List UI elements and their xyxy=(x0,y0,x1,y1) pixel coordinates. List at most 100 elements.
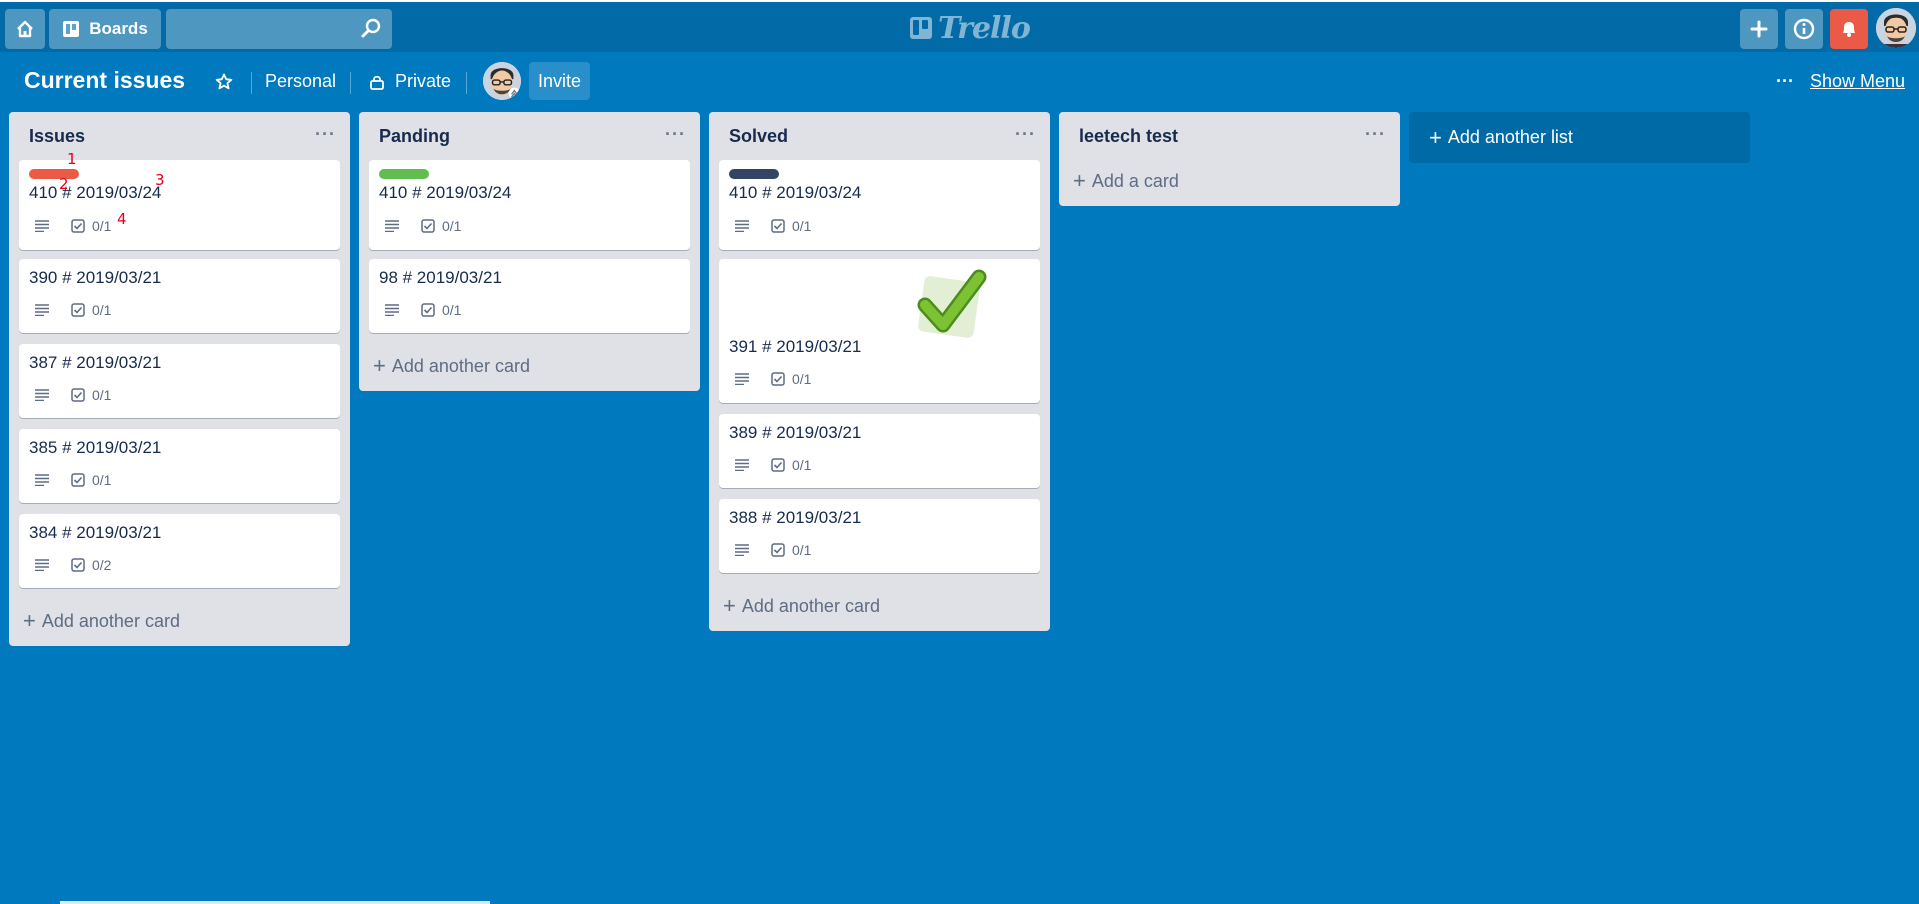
trello-logo[interactable]: Trello xyxy=(910,11,1031,46)
invite-button[interactable]: Invite xyxy=(529,62,590,100)
annotation-number: 3 xyxy=(155,171,165,189)
info-icon xyxy=(1793,18,1815,40)
list-menu-icon[interactable]: ··· xyxy=(1365,124,1386,145)
user-avatar[interactable] xyxy=(1876,8,1916,48)
add-card-label: Add another card xyxy=(741,595,880,616)
list-solved[interactable]: Solved ··· 410 # 2019/03/24 0/1 391 # 20… xyxy=(709,112,1050,631)
add-card-button[interactable]: + Add a card xyxy=(1073,170,1179,192)
board-title[interactable]: Current issues xyxy=(24,67,185,94)
boards-label: Boards xyxy=(89,19,148,38)
list-header: Solved ··· xyxy=(709,112,1050,160)
checklist-icon xyxy=(71,473,85,487)
visibility-button[interactable]: Private xyxy=(369,71,451,92)
user-avatar-image xyxy=(1876,8,1916,48)
list-menu-icon[interactable]: ··· xyxy=(315,124,336,145)
notifications-button[interactable] xyxy=(1830,9,1868,49)
card-badges: 0/1 xyxy=(735,542,811,558)
plus-icon: + xyxy=(1073,168,1086,193)
list-menu-icon[interactable]: ··· xyxy=(665,124,686,145)
boards-button[interactable]: Boards xyxy=(49,9,161,49)
card-badges: 0/1 xyxy=(385,302,461,318)
card-title: 388 # 2019/03/21 xyxy=(729,508,862,527)
description-icon xyxy=(35,559,49,571)
lock-icon xyxy=(370,75,384,90)
add-list-button[interactable]: + Add another list xyxy=(1409,112,1750,163)
checklist-icon xyxy=(71,303,85,317)
card-badges: 0/2 xyxy=(35,557,111,573)
red-label[interactable] xyxy=(29,169,79,179)
card[interactable]: 387 # 2019/03/21 0/1 xyxy=(19,344,340,418)
list-panding[interactable]: Panding ··· 410 # 2019/03/24 0/1 98 # 20… xyxy=(359,112,700,391)
team-label: Personal xyxy=(265,71,337,91)
list-title[interactable]: Panding xyxy=(379,126,450,147)
checklist-count: 0/1 xyxy=(92,387,112,403)
list-title[interactable]: Issues xyxy=(29,126,85,147)
list-title[interactable]: Solved xyxy=(729,126,788,147)
card-badges: 0/1 xyxy=(735,457,811,473)
card[interactable]: 389 # 2019/03/21 0/1 xyxy=(719,414,1040,488)
description-icon xyxy=(35,220,49,232)
top-header: Boards Trello xyxy=(0,0,1919,52)
card-badges: 0/1 xyxy=(35,387,111,403)
annotation-number: 1 xyxy=(67,150,77,168)
create-button[interactable] xyxy=(1740,9,1778,49)
description-icon xyxy=(385,304,399,316)
card-title: 98 # 2019/03/21 xyxy=(379,268,502,287)
card[interactable]: 98 # 2019/03/21 0/1 xyxy=(369,259,690,333)
add-card-button[interactable]: + Add another card xyxy=(23,610,180,632)
list-header: Panding ··· xyxy=(359,112,700,160)
card[interactable]: 410 # 2019/03/24 0/1 xyxy=(719,160,1040,250)
card-title: 410 # 2019/03/24 xyxy=(29,183,162,202)
card-title: 384 # 2019/03/21 xyxy=(29,523,162,542)
card-badges: 0/1 xyxy=(35,218,111,234)
info-button[interactable] xyxy=(1785,9,1823,49)
search-input[interactable] xyxy=(166,9,392,49)
card[interactable]: 391 # 2019/03/21 0/1 xyxy=(719,259,1040,403)
checklist-count: 0/1 xyxy=(792,457,812,473)
plus-icon xyxy=(1750,20,1768,38)
checklist-icon xyxy=(421,303,435,317)
checklist-badge: 0/1 xyxy=(771,542,811,558)
list-menu-icon[interactable]: ··· xyxy=(1015,124,1036,145)
dark-label[interactable] xyxy=(729,169,779,179)
member-avatar[interactable] xyxy=(483,62,521,100)
add-card-button[interactable]: + Add another card xyxy=(373,355,530,377)
add-card-label: Add a card xyxy=(1091,170,1179,191)
card[interactable]: 388 # 2019/03/21 0/1 xyxy=(719,499,1040,573)
card-title: 391 # 2019/03/21 xyxy=(729,337,862,356)
checklist-badge: 0/1 xyxy=(71,218,111,234)
green-label[interactable] xyxy=(379,169,429,179)
card-badges: 0/1 xyxy=(735,371,811,387)
show-menu-label: Show Menu xyxy=(1809,71,1906,91)
card[interactable]: 410 # 2019/03/24 0/1 xyxy=(369,160,690,250)
list-leetech-test[interactable]: leetech test ··· + Add a card xyxy=(1059,112,1400,206)
search-icon[interactable] xyxy=(360,18,382,40)
checklist-icon xyxy=(71,388,85,402)
checklist-badge: 0/1 xyxy=(421,218,461,234)
checklist-icon xyxy=(771,543,785,557)
checklist-badge: 0/1 xyxy=(771,457,811,473)
member-avatar-image xyxy=(483,62,521,100)
show-menu-button[interactable]: ··· Show Menu xyxy=(1776,71,1905,92)
more-icon: ··· xyxy=(1776,71,1794,91)
description-icon xyxy=(735,373,749,385)
description-icon xyxy=(735,544,749,556)
star-icon[interactable] xyxy=(214,72,234,92)
card[interactable]: 390 # 2019/03/21 0/1 xyxy=(19,259,340,333)
home-button[interactable] xyxy=(5,9,45,49)
card-badges: 0/1 xyxy=(385,218,461,234)
team-button[interactable]: Personal xyxy=(265,71,336,92)
annotation-number: 4 xyxy=(117,210,127,228)
card[interactable]: 410 # 2019/03/24 0/1 xyxy=(19,160,340,250)
list-title[interactable]: leetech test xyxy=(1079,126,1178,147)
card[interactable]: 385 # 2019/03/21 0/1 xyxy=(19,429,340,503)
header-divider xyxy=(350,72,351,94)
card-title: 410 # 2019/03/24 xyxy=(729,183,862,202)
green-checkmark-icon xyxy=(917,269,987,338)
card-title: 385 # 2019/03/21 xyxy=(29,438,162,457)
card[interactable]: 384 # 2019/03/21 0/2 xyxy=(19,514,340,588)
add-card-button[interactable]: + Add another card xyxy=(723,595,880,617)
checklist-count: 0/2 xyxy=(92,557,112,573)
checklist-count: 0/1 xyxy=(792,542,812,558)
plus-icon: + xyxy=(23,608,36,633)
